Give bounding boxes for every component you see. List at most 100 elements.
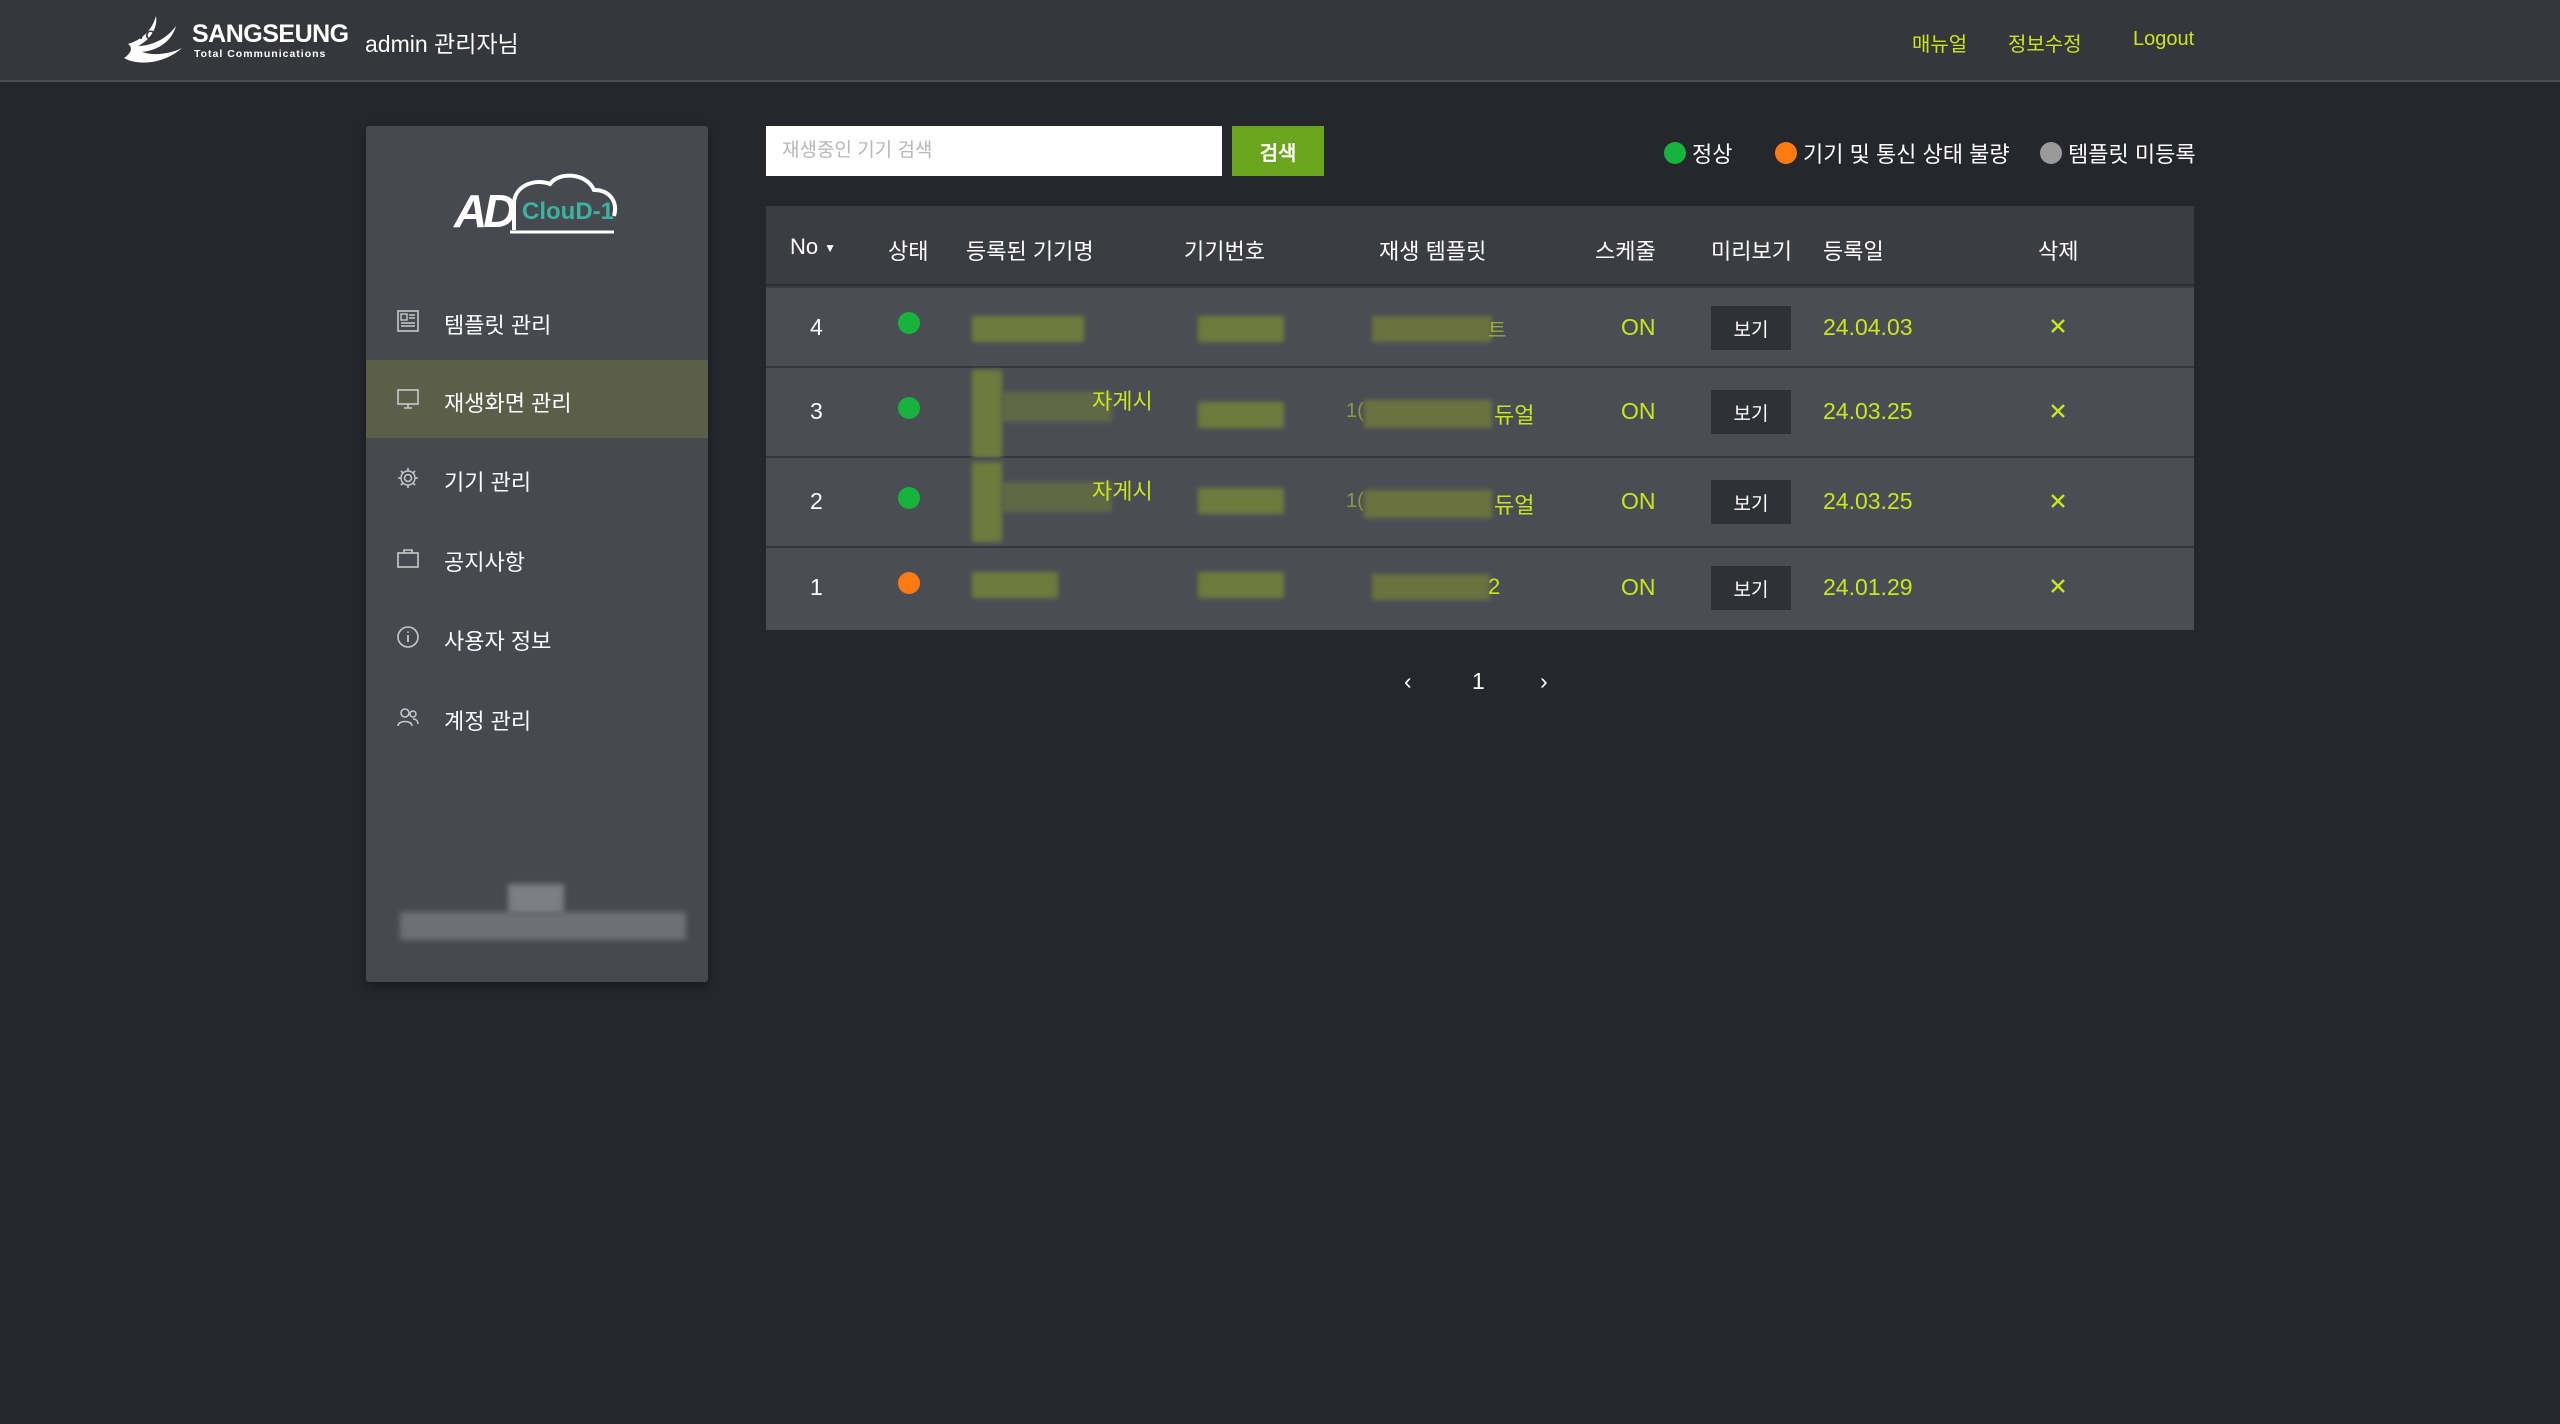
device-name-text: 자게시 [1092, 389, 1153, 414]
column-preview: 미리보기 [1711, 239, 1792, 264]
delete-x-icon[interactable] [2048, 491, 2068, 511]
row-number: 2 [810, 488, 823, 514]
logo-prefix: STC [130, 28, 154, 42]
current-page[interactable]: 1 [1472, 668, 1485, 695]
column-template: 재생 템플릿 [1379, 239, 1487, 264]
sidebar-item-notice[interactable]: 공지사항 [366, 519, 708, 597]
delete-x-icon[interactable] [2048, 316, 2068, 336]
redacted-device-number [1198, 316, 1284, 342]
delete-x-icon[interactable] [2048, 401, 2068, 421]
template-text: 트 [1488, 320, 1507, 342]
sidebar: AD ClouD-1 템플릿 관리 재생화면 관리 기기 관리 공지사항 사용자… [366, 126, 708, 982]
device-search-input[interactable] [766, 126, 1222, 176]
sidebar-item-label: 템플릿 관리 [444, 313, 552, 338]
redacted-template [1372, 316, 1492, 342]
redacted-device-number [1198, 572, 1284, 598]
legend-label: 기기 및 통신 상태 불량 [1803, 142, 2010, 167]
sidebar-item-label: 공지사항 [444, 550, 525, 575]
gear-icon [398, 468, 418, 488]
legend-unregistered: 템플릿 미등록 [2040, 137, 2196, 169]
legend-normal: 정상 [1664, 137, 1732, 169]
status-normal-icon [898, 397, 920, 419]
column-date: 등록일 [1823, 239, 1884, 264]
admin-greeting: admin 관리자님 [365, 31, 519, 57]
sidebar-item-screen[interactable]: 재생화면 관리 [366, 360, 708, 438]
next-page-icon[interactable]: › [1540, 668, 1548, 695]
table-row[interactable]: 1 2 ON 보기 24.01.29 [766, 548, 2194, 630]
legend-bad: 기기 및 통신 상태 불량 [1775, 137, 2010, 169]
template-prefix: 1( [1346, 400, 1364, 422]
redacted-device-name [972, 462, 1002, 542]
redacted-device-name [972, 370, 1002, 458]
template-prefix: 1( [1346, 490, 1364, 512]
sidebar-item-label: 사용자 정보 [444, 629, 552, 654]
info-icon [397, 626, 419, 648]
column-status: 상태 [888, 239, 929, 264]
schedule-status[interactable]: ON [1621, 314, 1656, 341]
redacted-footer-info [400, 884, 686, 940]
column-device-name: 등록된 기기명 [966, 239, 1094, 264]
gray-dot-icon [2040, 142, 2062, 164]
device-table: No ▼ 상태 등록된 기기명 기기번호 재생 템플릿 스케줄 미리보기 등록일 … [766, 206, 2194, 630]
brand-name: SANGSEUNG [192, 20, 349, 48]
preview-button[interactable]: 보기 [1711, 390, 1791, 434]
registered-date: 24.03.25 [1823, 398, 1913, 424]
schedule-status[interactable]: ON [1621, 488, 1656, 515]
template-text: 듀얼 [1494, 403, 1535, 428]
sidebar-item-label: 계정 관리 [444, 709, 532, 734]
sidebar-item-template[interactable]: 템플릿 관리 [366, 282, 708, 360]
registered-date: 24.03.25 [1823, 488, 1913, 514]
redacted-device-name [972, 316, 1084, 342]
redacted-device-number [1198, 402, 1284, 428]
sidebar-item-label: 기기 관리 [444, 470, 532, 495]
legend-label: 템플릿 미등록 [2068, 142, 2196, 167]
manual-link[interactable]: 매뉴얼 [1912, 28, 1967, 57]
logout-link[interactable]: Logout [2133, 28, 2194, 51]
redacted-template [1364, 400, 1492, 428]
top-bar: STC SANGSEUNG Total Communications admin… [0, 0, 2560, 82]
status-normal-icon [898, 487, 920, 509]
preview-button[interactable]: 보기 [1711, 480, 1791, 524]
company-logo[interactable]: STC SANGSEUNG Total Communications [120, 10, 349, 70]
preview-button[interactable]: 보기 [1711, 306, 1791, 350]
registered-date: 24.01.29 [1823, 574, 1913, 600]
users-icon [397, 708, 419, 727]
row-number: 1 [810, 574, 823, 600]
adcloud-logo: AD ClouD-1 [454, 170, 624, 245]
sidebar-item-label: 재생화면 관리 [444, 391, 572, 416]
logo-ad-text: AD [454, 185, 516, 237]
redacted-device-number [1198, 488, 1284, 514]
table-header: No ▼ 상태 등록된 기기명 기기번호 재생 템플릿 스케줄 미리보기 등록일 … [766, 206, 2194, 286]
delete-x-icon[interactable] [2048, 576, 2068, 596]
column-no[interactable]: No ▼ [790, 234, 836, 260]
sidebar-item-user-info[interactable]: 사용자 정보 [366, 598, 708, 676]
row-number: 4 [810, 314, 823, 340]
prev-page-icon[interactable]: ‹ [1404, 668, 1412, 695]
template-icon [397, 310, 419, 332]
green-dot-icon [1664, 142, 1686, 164]
schedule-status[interactable]: ON [1621, 398, 1656, 425]
search-button[interactable]: 검색 [1232, 126, 1324, 176]
legend-label: 정상 [1692, 142, 1733, 167]
column-delete: 삭제 [2038, 239, 2079, 264]
sidebar-item-account[interactable]: 계정 관리 [366, 678, 708, 756]
logo-cloud-text: ClouD-1 [522, 198, 614, 225]
status-normal-icon [898, 312, 920, 334]
column-device-number: 기기번호 [1184, 239, 1265, 264]
schedule-status[interactable]: ON [1621, 574, 1656, 601]
monitor-icon [397, 389, 419, 409]
edit-info-link[interactable]: 정보수정 [2008, 28, 2082, 57]
template-text: 듀얼 [1494, 493, 1535, 518]
table-row[interactable]: 3 자게시 1( 듀얼 ON 보기 24.03.25 [766, 368, 2194, 458]
briefcase-icon [397, 549, 419, 568]
orange-dot-icon [1775, 142, 1797, 164]
table-row[interactable]: 4 트 ON 보기 24.04.03 [766, 288, 2194, 368]
sort-caret-icon[interactable]: ▼ [824, 241, 836, 255]
preview-button[interactable]: 보기 [1711, 566, 1791, 610]
table-row[interactable]: 2 자게시 1( 듀얼 ON 보기 24.03.25 [766, 458, 2194, 548]
column-schedule: 스케줄 [1595, 239, 1656, 264]
template-text: 2 [1488, 574, 1501, 599]
brand-subtitle: Total Communications [194, 48, 327, 60]
registered-date: 24.04.03 [1823, 314, 1913, 340]
sidebar-item-device[interactable]: 기기 관리 [366, 439, 708, 517]
